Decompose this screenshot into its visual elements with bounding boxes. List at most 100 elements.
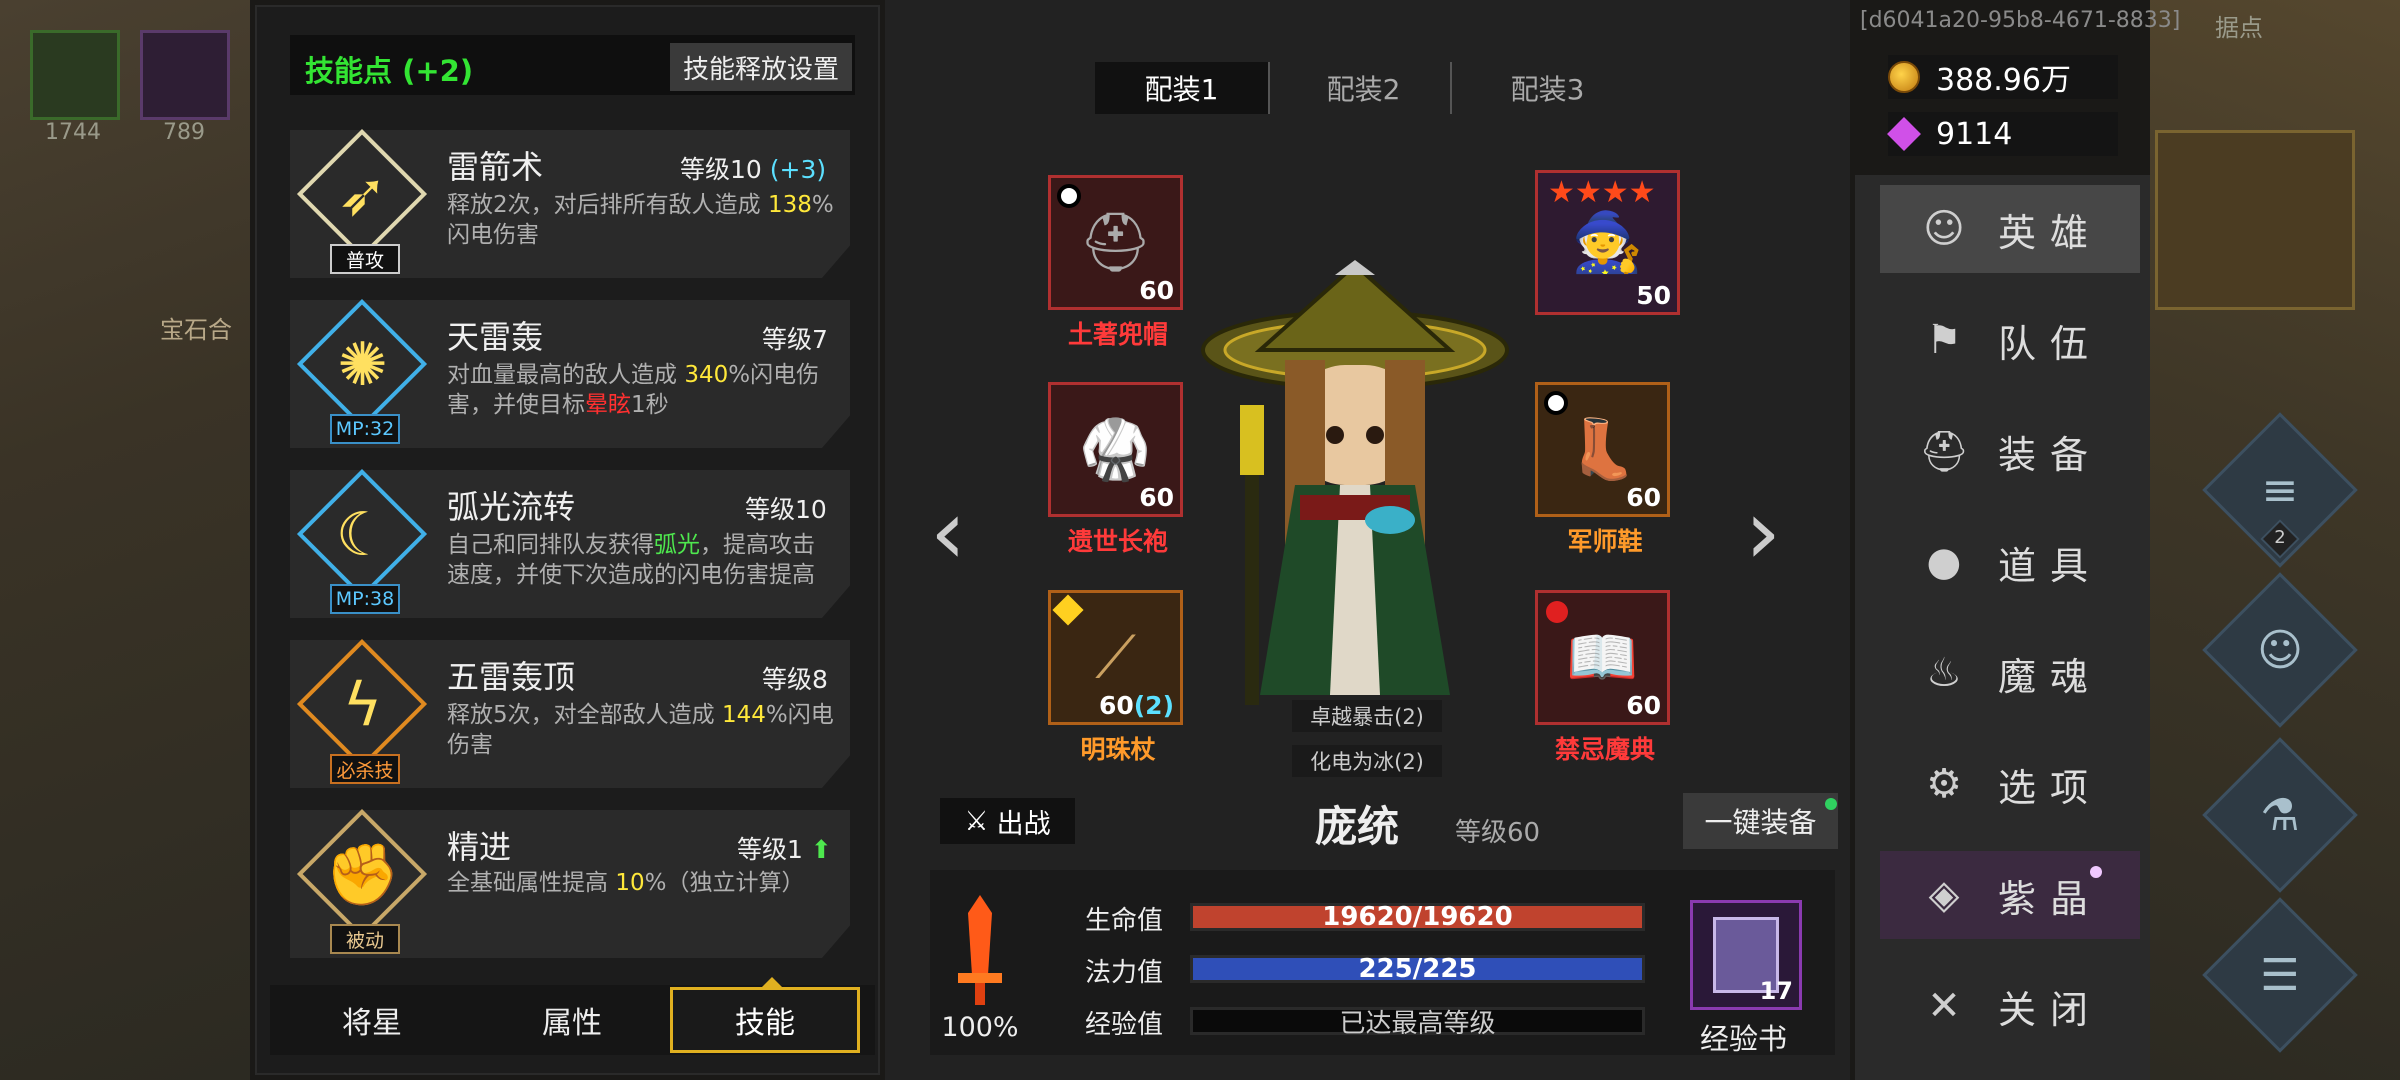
exp-book-button[interactable]: 17 xyxy=(1690,900,1802,1010)
exp-book-label: 经验书 xyxy=(1700,1022,1788,1056)
auto-equip-button[interactable]: 一键装备 xyxy=(1683,793,1838,849)
hp-bar: 19620/19620 xyxy=(1190,902,1645,932)
bag-icon: ● xyxy=(1926,539,1962,585)
heroes-icon: ☺ xyxy=(1923,206,1965,252)
helmet-icon: ⛑ xyxy=(1918,428,1970,475)
bg-map-room xyxy=(2155,130,2355,310)
menu-item-amethyst[interactable]: ◈ 紫晶 xyxy=(1880,851,2140,939)
star-rating: ★★★★ xyxy=(1548,175,1656,210)
bg-count-2: 789 xyxy=(163,120,205,145)
session-id-label: [d6041a20-95b8-4671-8833] xyxy=(1860,8,2181,33)
stat-label-mp: 法力值 xyxy=(1085,958,1164,988)
skill-release-settings-button[interactable]: 技能释放设置 xyxy=(670,43,852,91)
gold-coin-icon xyxy=(1888,61,1920,93)
equip-name-weapon: 明珠杖 xyxy=(1080,735,1156,764)
heroes-icon: ☺ xyxy=(2257,624,2303,676)
mp-bar: 225/225 xyxy=(1190,954,1645,984)
tab-skills[interactable]: 技能 xyxy=(670,987,860,1053)
skill-description: 自己和同排队友获得弧光，提高攻击速度，并使下次造成的闪电伤害提高 xyxy=(447,532,815,588)
hero-level: 等级60 xyxy=(1455,818,1541,848)
menu-item-team[interactable]: ⚑ 队伍 xyxy=(1880,296,2140,384)
crystal-icon: ◈ xyxy=(1928,872,1960,918)
gem-counter: 9114 xyxy=(1887,112,2118,156)
deploy-button[interactable]: ⚔ 出战 xyxy=(940,798,1075,844)
tab-attributes[interactable]: 属性 xyxy=(477,987,667,1053)
prev-hero-arrow-icon[interactable]: ‹ xyxy=(930,480,966,585)
skill-description: 释放2次，对后排所有敌人造成 138%闪电伤害 xyxy=(447,192,834,248)
menu-item-equipment[interactable]: ⛑ 装备 xyxy=(1880,407,2140,495)
equip-slot-armor[interactable]: 🥋 60 xyxy=(1048,382,1183,517)
menu-item-close[interactable]: ✕ 关闭 xyxy=(1880,962,2140,1050)
bg-item-slot-1 xyxy=(30,30,120,120)
bg-map-label: 宝石合 xyxy=(160,316,232,344)
menu-item-heroes[interactable]: ☺ 英雄 xyxy=(1880,185,2140,273)
skill-tag: 被动 xyxy=(330,924,400,954)
equip-slot-boots[interactable]: 👢 60 xyxy=(1535,382,1670,517)
buff-label-ice: 化电为冰(2) xyxy=(1292,745,1442,777)
bg-item-slot-2 xyxy=(140,30,230,120)
gold-counter: 388.96万 xyxy=(1888,55,2118,99)
game-screen: 1744 789 宝石合 据点 ≡ 2 ☺ ⚗ ☰ 技能点 (+2) 技能释放设… xyxy=(0,0,2400,1080)
menu-item-items[interactable]: ● 道具 xyxy=(1880,518,2140,606)
buff-label-crit: 卓越暴击(2) xyxy=(1292,700,1442,732)
crossed-swords-icon: ⚔ xyxy=(964,805,989,837)
skill-level: 等级8 xyxy=(762,665,828,694)
skill-level: 等级10 (+3) xyxy=(680,155,827,184)
power-percent: 100% xyxy=(941,1012,1019,1043)
skill-description: 全基础属性提高 10%（独立计算） xyxy=(447,870,805,896)
bg-count-1: 1744 xyxy=(45,120,101,145)
skill-name: 弧光流转 xyxy=(447,488,576,526)
stat-label-hp: 生命值 xyxy=(1085,906,1164,936)
skill-description: 对血量最高的敌人造成 340%闪电伤害，并使目标晕眩1秒 xyxy=(447,362,820,418)
potion-icon: ⚗ xyxy=(2260,789,2300,841)
skill-tag: MP:38 xyxy=(330,584,400,614)
skill-name: 五雷轰顶 xyxy=(447,658,576,696)
skill-level-bonus: (+3) xyxy=(769,155,827,184)
equip-name-armor: 遗世长袍 xyxy=(1067,527,1168,556)
quest-badge-count: 2 xyxy=(2274,527,2286,548)
skill-icon-lightning-arrow: ➶ xyxy=(296,128,428,260)
notification-dot xyxy=(1825,798,1837,810)
skill-name: 雷箭术 xyxy=(447,148,544,186)
bg-right-label: 据点 xyxy=(2215,14,2263,42)
skill-description: 释放5次，对全部敌人造成 144%闪电伤害 xyxy=(447,702,834,758)
notification-dot xyxy=(2090,866,2102,878)
exp-bar: 已达最高等级 xyxy=(1190,1007,1645,1039)
tab-loadout-1[interactable]: 配装1 xyxy=(1095,62,1270,114)
skill-level: 等级7 xyxy=(762,325,828,354)
equip-slot-pet[interactable]: 🧙 50 ★★★★ xyxy=(1535,170,1680,315)
skill-level: 等级1 ⬆ xyxy=(737,835,832,864)
skill-tag: 普攻 xyxy=(330,244,400,274)
skill-tag: 必杀技 xyxy=(330,754,400,784)
equip-name-boots: 军师鞋 xyxy=(1567,527,1643,556)
list-icon: ☰ xyxy=(2260,949,2300,1001)
equip-name-helmet: 土著兜帽 xyxy=(1067,320,1168,349)
tab-loadout-3[interactable]: 配装3 xyxy=(1460,62,1635,114)
equip-slot-tome[interactable]: 📖 60 xyxy=(1535,590,1670,725)
skill-icon-five-thunders: ϟ xyxy=(296,638,428,770)
skill-name: 天雷轰 xyxy=(447,318,544,356)
menu-item-soul[interactable]: ♨ 魔魂 xyxy=(1880,629,2140,717)
sword-power-icon xyxy=(958,895,1002,1005)
next-hero-arrow-icon[interactable]: › xyxy=(1745,480,1781,585)
skill-name: 精进 xyxy=(447,828,512,866)
skill-icon-heaven-thunder: ✺ xyxy=(296,298,428,430)
tab-generals[interactable]: 将星 xyxy=(277,987,467,1053)
gem-icon xyxy=(1887,117,1921,151)
flag-icon: ⚑ xyxy=(1926,317,1962,363)
menu-item-options[interactable]: ⚙ 选项 xyxy=(1880,740,2140,828)
tab-indicator xyxy=(762,977,782,987)
skill-icon-advance: ✊ xyxy=(296,808,428,940)
exp-book-count: 17 xyxy=(1759,977,1793,1005)
equip-slot-helmet[interactable]: ⛑ 60 xyxy=(1048,175,1183,310)
stat-label-exp: 经验值 xyxy=(1085,1010,1164,1040)
tab-loadout-2[interactable]: 配装2 xyxy=(1277,62,1452,114)
skill-tag: MP:32 xyxy=(330,414,400,444)
skill-points-label: 技能点 (+2) xyxy=(305,54,474,88)
equip-name-tome: 禁忌魔典 xyxy=(1554,735,1655,764)
close-icon: ✕ xyxy=(1927,983,1961,1029)
hero-name: 庞统 xyxy=(1315,802,1400,851)
equip-slot-weapon[interactable]: ⟋ 60(2) xyxy=(1048,590,1183,725)
flame-icon: ♨ xyxy=(1926,650,1962,696)
gear-icon: ⚙ xyxy=(1926,761,1962,807)
